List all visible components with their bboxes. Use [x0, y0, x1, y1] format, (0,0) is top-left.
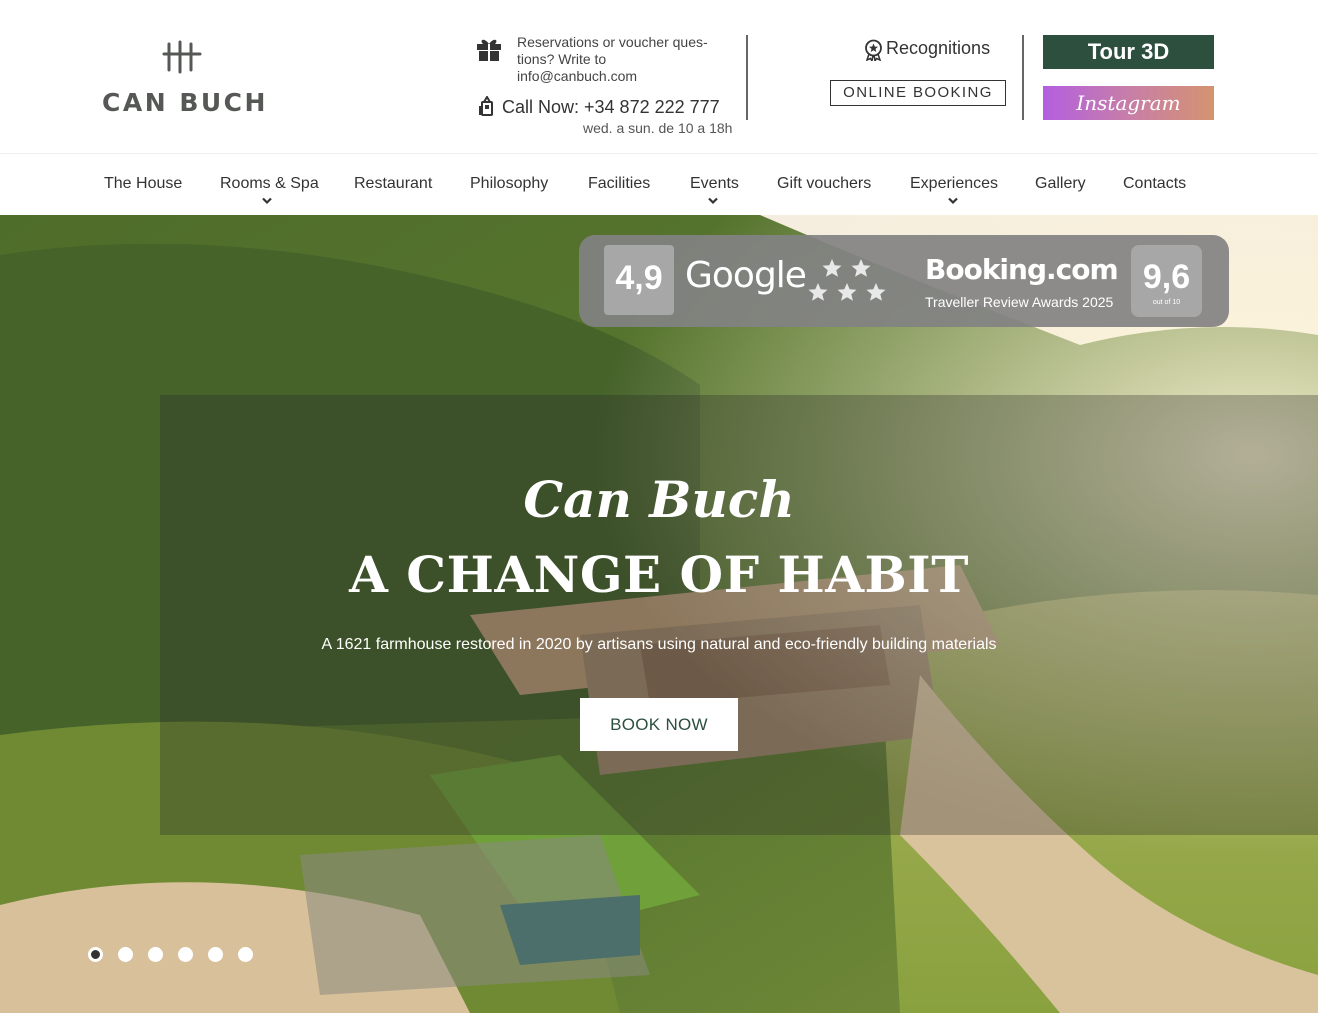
instagram-button[interactable]: Instagram [1043, 86, 1214, 120]
nav-item-the-house[interactable]: The House [104, 175, 182, 193]
booking-score-value: 9,6 [1142, 258, 1191, 296]
booking-award-text: Traveller Review Awards 2025 [925, 294, 1114, 310]
slider-dot-2[interactable] [118, 947, 133, 962]
main-nav: The House Rooms & Spa Restaurant Philoso… [0, 155, 1318, 215]
slider-dot-5[interactable] [208, 947, 223, 962]
nav-item-experiences[interactable]: Experiences [910, 175, 998, 193]
reviews-badge[interactable]: 4,9 Google Booking.com Traveller Review … [579, 235, 1229, 327]
header-divider [1022, 35, 1024, 120]
opening-hours: wed. a sun. de 10 a 18h [583, 120, 733, 136]
call-now-text: Call Now: +34 872 222 777 [502, 97, 720, 117]
contact-email-block[interactable]: Reservations or voucher ques-tions? Writ… [476, 34, 726, 88]
google-score: 4,9 [604, 245, 674, 315]
nav-item-facilities[interactable]: Facilities [588, 175, 650, 193]
award-icon [865, 39, 882, 61]
hero-overlay [160, 395, 1318, 835]
nav-item-gallery[interactable]: Gallery [1035, 175, 1086, 193]
booking-score: 9,6 out of 10 [1131, 245, 1202, 317]
slider-dot-4[interactable] [178, 947, 193, 962]
booking-score-scale: out of 10 [1152, 299, 1181, 306]
chevron-down-icon[interactable] [262, 197, 272, 205]
nav-item-restaurant[interactable]: Restaurant [354, 175, 432, 193]
logo-text: CAN BUCH [102, 88, 268, 117]
recognitions-label: Recognitions [886, 38, 991, 58]
online-booking-button[interactable]: ONLINE BOOKING [830, 80, 1006, 106]
nav-item-rooms-spa[interactable]: Rooms & Spa [220, 175, 319, 193]
booking-logo: Booking.com [925, 253, 1119, 286]
book-now-button[interactable]: BOOK NOW [580, 698, 738, 751]
google-logo: Google [685, 255, 807, 296]
hero-script-title: Can Buch [523, 470, 795, 529]
chevron-down-icon[interactable] [948, 197, 958, 205]
logo[interactable]: CAN BUCH [102, 40, 265, 120]
nav-item-philosophy[interactable]: Philosophy [470, 175, 548, 193]
contact-email-text: Reservations or voucher ques-tions? Writ… [517, 34, 708, 84]
site-header: CAN BUCH Reservations or voucher ques-ti… [0, 0, 1318, 154]
nav-item-contacts[interactable]: Contacts [1123, 175, 1186, 193]
hero-title: A CHANGE OF HABIT [349, 545, 969, 604]
logo-mark-icon [162, 40, 202, 74]
chevron-down-icon[interactable] [708, 197, 718, 205]
hero-slider: 4,9 Google Booking.com Traveller Review … [0, 215, 1318, 1013]
slider-dot-1[interactable] [88, 947, 103, 962]
slider-dot-3[interactable] [148, 947, 163, 962]
nav-item-gift-vouchers[interactable]: Gift vouchers [777, 175, 871, 193]
slider-dot-6[interactable] [238, 947, 253, 962]
phone-icon [479, 96, 493, 116]
hero-subtitle: A 1621 farmhouse restored in 2020 by art… [321, 636, 997, 653]
tour-3d-button[interactable]: Tour 3D [1043, 35, 1214, 69]
gift-icon [477, 39, 501, 61]
stars-icon [808, 259, 886, 301]
header-divider [746, 35, 748, 120]
nav-item-events[interactable]: Events [690, 175, 739, 193]
